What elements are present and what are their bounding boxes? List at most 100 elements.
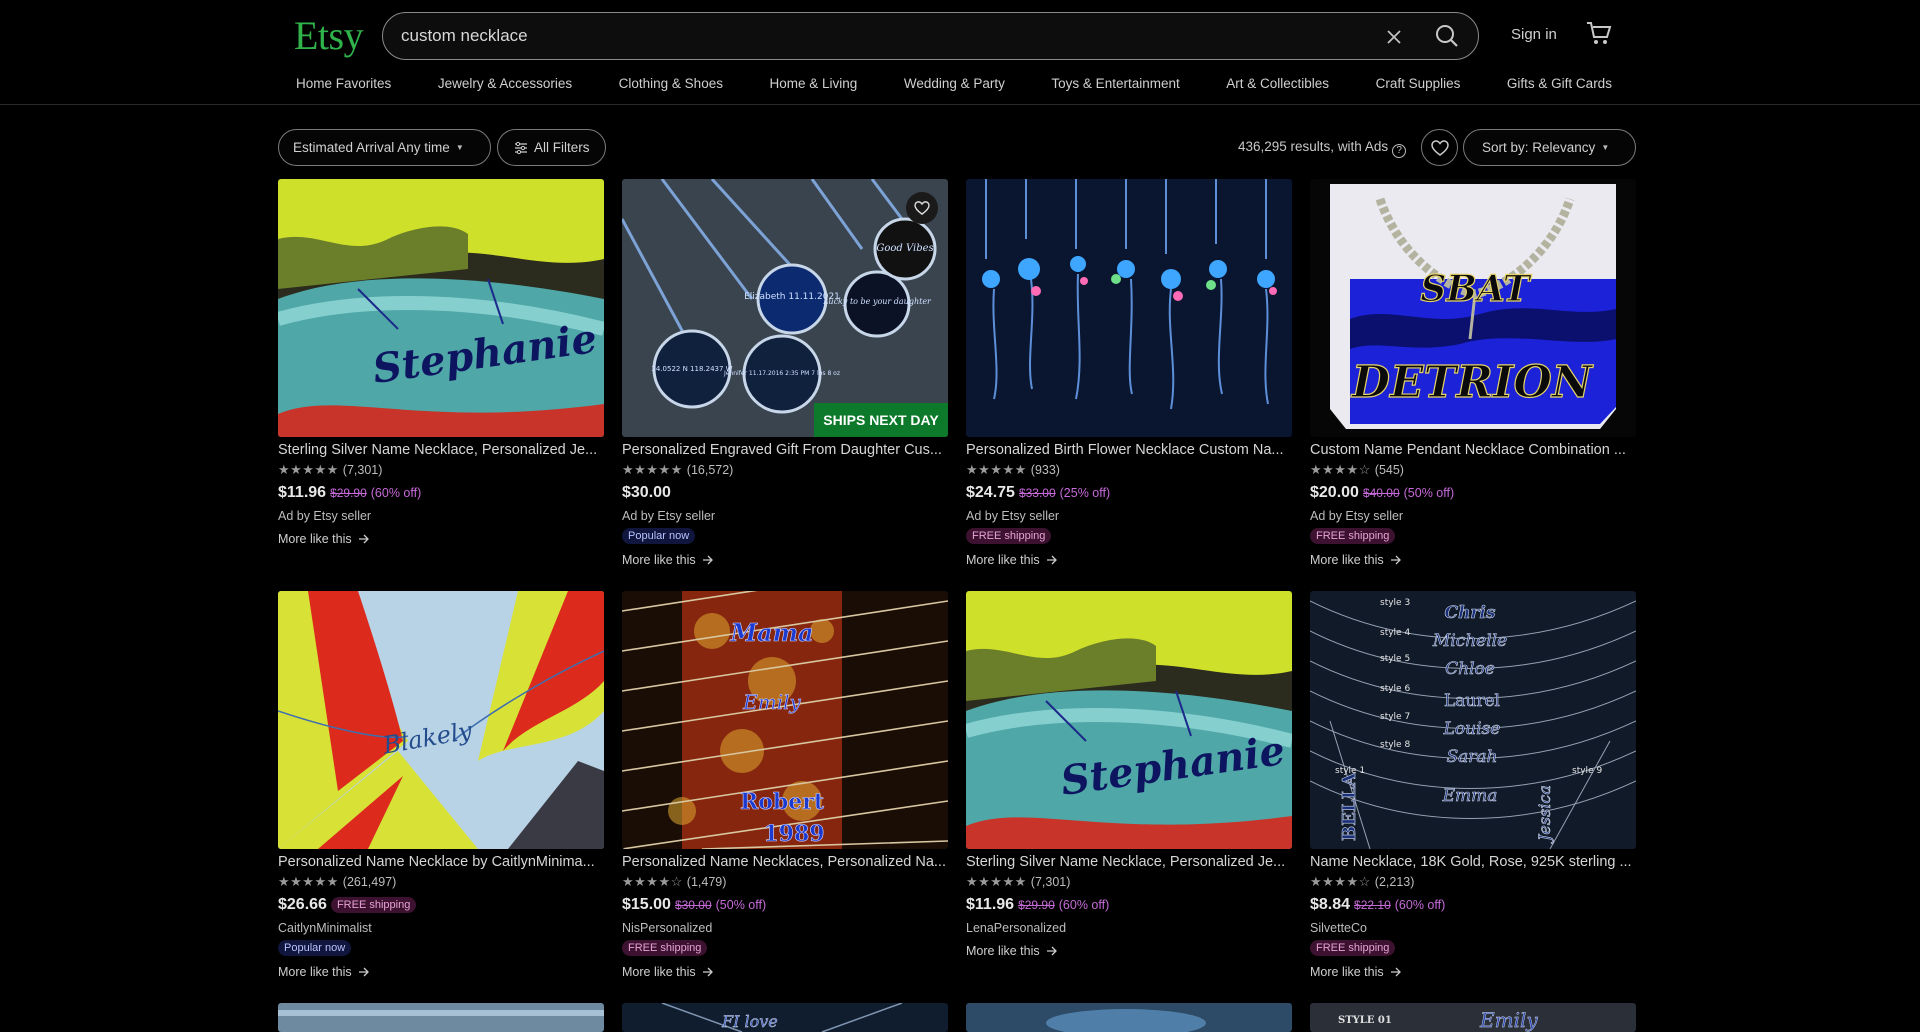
listing-title[interactable]: Personalized Name Necklaces, Personalize…	[622, 854, 948, 870]
listing-title[interactable]: Personalized Birth Flower Necklace Custo…	[966, 442, 1292, 458]
more-like-this-label: More like this	[1310, 553, 1384, 567]
listing-card[interactable]: STYLE 01 Emily	[1310, 1003, 1636, 1032]
review-count: (2,213)	[1374, 875, 1415, 889]
listing-image[interactable]	[278, 1003, 604, 1032]
listing-card[interactable]: Personalized Birth Flower Necklace Custo…	[966, 179, 1292, 567]
help-icon[interactable]: ?	[1392, 144, 1407, 158]
necklace-name-text: Mama	[729, 618, 813, 647]
listing-image[interactable]: STYLE 01 Emily	[1310, 1003, 1636, 1032]
listing-image[interactable]: Chris Michelle Chloe Laurel Louise Sarah…	[1310, 591, 1636, 849]
listing-card[interactable]: Stephanie Sterling Silver Name Necklace,…	[278, 179, 604, 546]
listing-title[interactable]: Personalized Engraved Gift From Daughter…	[622, 442, 948, 458]
more-like-this-link[interactable]: More like this	[966, 944, 1292, 958]
sale-price: $11.96	[278, 484, 327, 501]
style-label: style 6	[1380, 684, 1410, 694]
listing-title[interactable]: Sterling Silver Name Necklace, Personali…	[278, 442, 604, 458]
original-price: $30.00	[674, 898, 712, 912]
sign-in-link[interactable]: Sign in	[1511, 26, 1557, 43]
listing-card[interactable]: Elizabeth 11.11.2021 Lucky to be your da…	[622, 179, 948, 567]
search-input[interactable]	[401, 23, 1361, 49]
search-button[interactable]	[1430, 21, 1464, 51]
listing-title[interactable]: Name Necklace, 18K Gold, Rose, 925K ster…	[1310, 854, 1636, 870]
nav-home-favorites[interactable]: Home Favorites	[296, 76, 391, 94]
necklace-name-text: Chris	[1445, 603, 1496, 623]
more-like-this-link[interactable]: More like this	[1310, 965, 1636, 979]
sort-dropdown[interactable]: Sort by: Relevancy ▼	[1463, 129, 1636, 166]
necklace-name-text: Robert	[740, 789, 825, 815]
seller-name[interactable]: LenaPersonalized	[966, 921, 1292, 935]
more-like-this-link[interactable]: More like this	[966, 553, 1292, 567]
seller-name[interactable]: SilvetteCo	[1310, 921, 1636, 935]
listing-card[interactable]: FI love	[622, 1003, 948, 1032]
favorite-button[interactable]	[906, 192, 938, 224]
price-line: $24.75 $33.00 (25% off)	[966, 484, 1292, 502]
listing-image[interactable]: Stephanie	[278, 179, 604, 437]
price-line: $8.84 $22.10 (60% off)	[1310, 896, 1636, 914]
listing-image[interactable]: Mama Emily Robert 1989	[622, 591, 948, 849]
filter-icon	[515, 141, 527, 154]
nav-toys-entertainment[interactable]: Toys & Entertainment	[1051, 76, 1179, 94]
nav-clothing-shoes[interactable]: Clothing & Shoes	[619, 76, 723, 94]
listing-image[interactable]: SBAT DETRION	[1310, 179, 1636, 437]
listing-card[interactable]: Mama Emily Robert 1989 Personalized Name…	[622, 591, 948, 979]
necklace-name-text: Laurel	[1444, 691, 1500, 711]
nav-craft-supplies[interactable]: Craft Supplies	[1376, 76, 1461, 94]
listing-image[interactable]	[966, 1003, 1292, 1032]
more-like-this-link[interactable]: More like this	[622, 965, 948, 979]
listing-image[interactable]: Elizabeth 11.11.2021 Lucky to be your da…	[622, 179, 948, 437]
nav-jewelry-accessories[interactable]: Jewelry & Accessories	[438, 76, 572, 94]
seller-name: Ad by Etsy seller	[1310, 509, 1404, 523]
rating: ★★★★★ (7,301)	[278, 462, 604, 478]
style-label: style 4	[1380, 628, 1410, 638]
more-like-this-link[interactable]: More like this	[622, 553, 948, 567]
estimated-arrival-filter[interactable]: Estimated Arrival Any time ▼	[278, 129, 491, 166]
popular-now-badge: Popular now	[278, 940, 352, 956]
more-like-this-link[interactable]: More like this	[1310, 553, 1636, 567]
sale-price: $30.00	[622, 484, 671, 501]
seller-name[interactable]: CaitlynMinimalist	[278, 921, 604, 935]
search-icon	[1436, 25, 1458, 47]
listing-image[interactable]	[966, 179, 1292, 437]
nav-wedding-party[interactable]: Wedding & Party	[904, 76, 1005, 94]
etsy-logo[interactable]: Etsy	[294, 12, 364, 59]
arrow-right-icon	[1046, 946, 1057, 956]
more-like-this-link[interactable]: More like this	[278, 965, 604, 979]
sort-label: Sort by: Relevancy	[1482, 140, 1596, 155]
popular-now-badge: Popular now	[622, 528, 696, 544]
review-count: (16,572)	[686, 463, 734, 477]
listing-card[interactable]: Blakely Personalized Name Necklace by Ca…	[278, 591, 604, 979]
listing-image[interactable]: FI love	[622, 1003, 948, 1032]
arrow-right-icon	[702, 555, 713, 565]
heart-icon	[1430, 139, 1449, 156]
save-search-button[interactable]	[1421, 129, 1458, 166]
discount: (50% off)	[1403, 486, 1455, 500]
necklace-name-text: BELLA	[1339, 772, 1360, 841]
clear-search-button[interactable]	[1382, 25, 1406, 49]
more-like-this-link[interactable]: More like this	[278, 532, 604, 546]
listing-card[interactable]: Stephanie Sterling Silver Name Necklace,…	[966, 591, 1292, 958]
listing-image[interactable]: Blakely	[278, 591, 604, 849]
style-label: style 5	[1380, 654, 1410, 664]
category-nav: Home Favorites Jewelry & Accessories Clo…	[296, 76, 1612, 94]
listing-title[interactable]: Sterling Silver Name Necklace, Personali…	[966, 854, 1292, 870]
nav-art-collectibles[interactable]: Art & Collectibles	[1226, 76, 1329, 94]
more-like-this-label: More like this	[966, 944, 1040, 958]
listing-image[interactable]: Stephanie	[966, 591, 1292, 849]
listing-card[interactable]	[278, 1003, 604, 1032]
listing-title[interactable]: Personalized Name Necklace by CaitlynMin…	[278, 854, 604, 870]
listing-card[interactable]: Chris Michelle Chloe Laurel Louise Sarah…	[1310, 591, 1636, 979]
listing-card[interactable]: SBAT DETRION Custom Name Pendant Necklac…	[1310, 179, 1636, 567]
cart-button[interactable]	[1585, 20, 1613, 46]
price-line: $11.96 $29.90 (60% off)	[278, 484, 604, 502]
price-line: $26.66 FREE shipping	[278, 896, 604, 914]
listing-card[interactable]	[966, 1003, 1292, 1032]
close-icon	[1387, 30, 1401, 44]
rating: ★★★★★ (933)	[966, 462, 1292, 478]
nav-gifts-gift-cards[interactable]: Gifts & Gift Cards	[1507, 76, 1612, 94]
all-filters-button[interactable]: All Filters	[497, 129, 606, 166]
necklace-name-text: Sarah	[1447, 747, 1498, 767]
listing-title[interactable]: Custom Name Pendant Necklace Combination…	[1310, 442, 1636, 458]
seller-name[interactable]: NisPersonalized	[622, 921, 948, 935]
more-like-this-label: More like this	[622, 553, 696, 567]
nav-home-living[interactable]: Home & Living	[770, 76, 858, 94]
